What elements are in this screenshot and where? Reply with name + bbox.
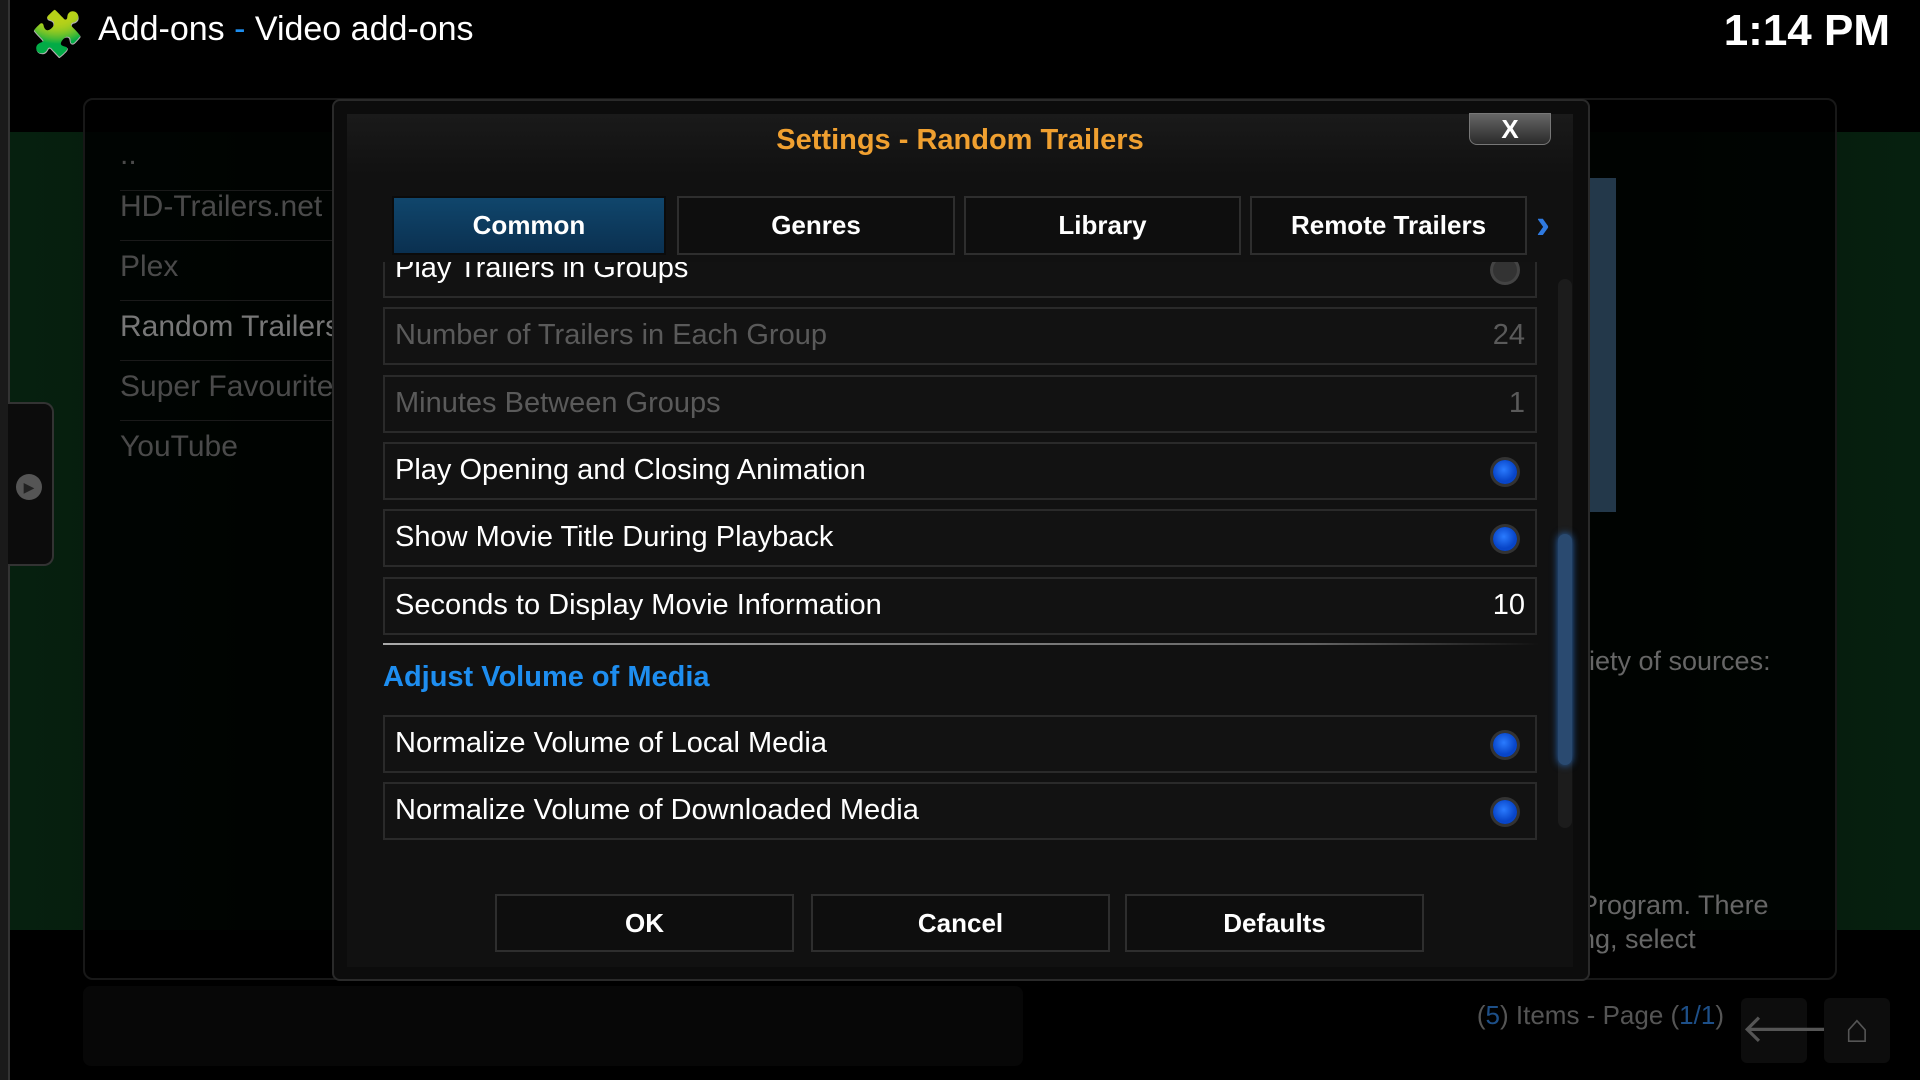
list-item[interactable]: Plex <box>120 250 340 284</box>
tab-genres[interactable]: Genres <box>677 196 955 255</box>
setting-number-of-trailers[interactable]: Number of Trailers in Each Group 24 <box>383 307 1537 365</box>
paren: ( <box>1476 1000 1486 1030</box>
toggle-radio-icon[interactable] <box>1493 262 1517 282</box>
items-page-info: (5) Items - Page (1/1) <box>1477 1000 1724 1031</box>
toggle-radio-icon[interactable] <box>1493 527 1517 551</box>
tab-common[interactable]: Common <box>392 196 666 255</box>
setting-label: Normalize Volume of Downloaded Media <box>395 794 919 826</box>
addon-description: riety of sources: <box>1580 646 1771 676</box>
clock: 1:14 PM <box>1723 6 1890 55</box>
addon-description: Program. There <box>1580 890 1769 920</box>
setting-play-opening-animation[interactable]: Play Opening and Closing Animation <box>383 442 1537 500</box>
items-count: 5 <box>1485 1000 1501 1030</box>
dialog-title: Settings - Random Trailers <box>776 124 1144 156</box>
items-label: ) Items - Page ( <box>1500 1000 1680 1030</box>
setting-show-movie-title[interactable]: Show Movie Title During Playback <box>383 509 1537 567</box>
ok-button[interactable]: OK <box>495 894 794 952</box>
close-icon: X <box>1501 114 1519 144</box>
divider <box>120 300 340 301</box>
breadcrumb-section: Add-ons <box>98 10 225 48</box>
close-button[interactable]: X <box>1469 113 1551 145</box>
play-icon: ▶ <box>16 474 42 500</box>
tab-remote-trailers[interactable]: Remote Trailers <box>1250 196 1527 255</box>
divider <box>120 240 340 241</box>
setting-seconds-display-info[interactable]: Seconds to Display Movie Information 10 <box>383 577 1537 635</box>
list-item[interactable]: YouTube <box>120 430 340 464</box>
list-item[interactable]: Super Favourites <box>120 370 340 404</box>
chevron-right-icon[interactable]: › <box>1536 200 1550 248</box>
page-number: 1/1 <box>1679 1000 1716 1030</box>
side-menu-handle[interactable]: ▶ <box>8 402 54 566</box>
setting-label: Number of Trailers in Each Group <box>395 319 827 351</box>
section-heading: Adjust Volume of Media <box>383 661 710 693</box>
setting-label: Play Trailers in Groups <box>395 262 689 284</box>
puzzle-piece-icon: 🧩 <box>30 10 85 59</box>
setting-value: 1 <box>1508 387 1525 419</box>
back-button[interactable]: 🡐 <box>1741 998 1848 1063</box>
setting-normalize-local[interactable]: Normalize Volume of Local Media <box>383 715 1537 773</box>
setting-label: Normalize Volume of Local Media <box>395 727 827 759</box>
list-item[interactable]: HD-Trailers.net <box>120 190 340 224</box>
setting-value: 10 <box>1492 589 1525 621</box>
settings-list: Play Trailers in Groups Number of Traile… <box>383 262 1539 840</box>
setting-value: 24 <box>1492 319 1525 351</box>
tab-library[interactable]: Library <box>964 196 1241 255</box>
setting-minutes-between-groups[interactable]: Minutes Between Groups 1 <box>383 375 1537 433</box>
setting-label: Show Movie Title During Playback <box>395 521 834 553</box>
divider <box>120 360 340 361</box>
setting-label: Seconds to Display Movie Information <box>395 589 882 621</box>
setting-normalize-downloaded[interactable]: Normalize Volume of Downloaded Media <box>383 782 1537 840</box>
toggle-radio-icon[interactable] <box>1493 800 1517 824</box>
list-item-parent[interactable]: .. <box>120 138 340 172</box>
section-divider <box>383 643 1539 645</box>
scrollbar-thumb[interactable] <box>1558 534 1572 765</box>
setting-label: Minutes Between Groups <box>395 387 721 419</box>
cancel-button[interactable]: Cancel <box>811 894 1110 952</box>
breadcrumb-subsection: Video add-ons <box>254 10 474 48</box>
defaults-button[interactable]: Defaults <box>1125 894 1424 952</box>
bottom-bar <box>83 986 1023 1066</box>
toggle-radio-icon[interactable] <box>1493 460 1517 484</box>
addon-description: ng, select <box>1580 924 1696 954</box>
home-button[interactable]: ⌂ <box>1824 998 1890 1063</box>
list-item-selected[interactable]: Random Trailers <box>120 310 340 344</box>
breadcrumb-separator: - <box>234 10 246 48</box>
breadcrumb: Add-ons - Video add-ons <box>98 10 474 49</box>
divider <box>120 420 340 421</box>
home-icon: ⌂ <box>1844 1007 1870 1051</box>
setting-label: Play Opening and Closing Animation <box>395 454 866 486</box>
setting-play-trailers-in-groups[interactable]: Play Trailers in Groups <box>383 262 1537 298</box>
toggle-radio-icon[interactable] <box>1493 733 1517 757</box>
paren: ) <box>1715 1000 1724 1030</box>
